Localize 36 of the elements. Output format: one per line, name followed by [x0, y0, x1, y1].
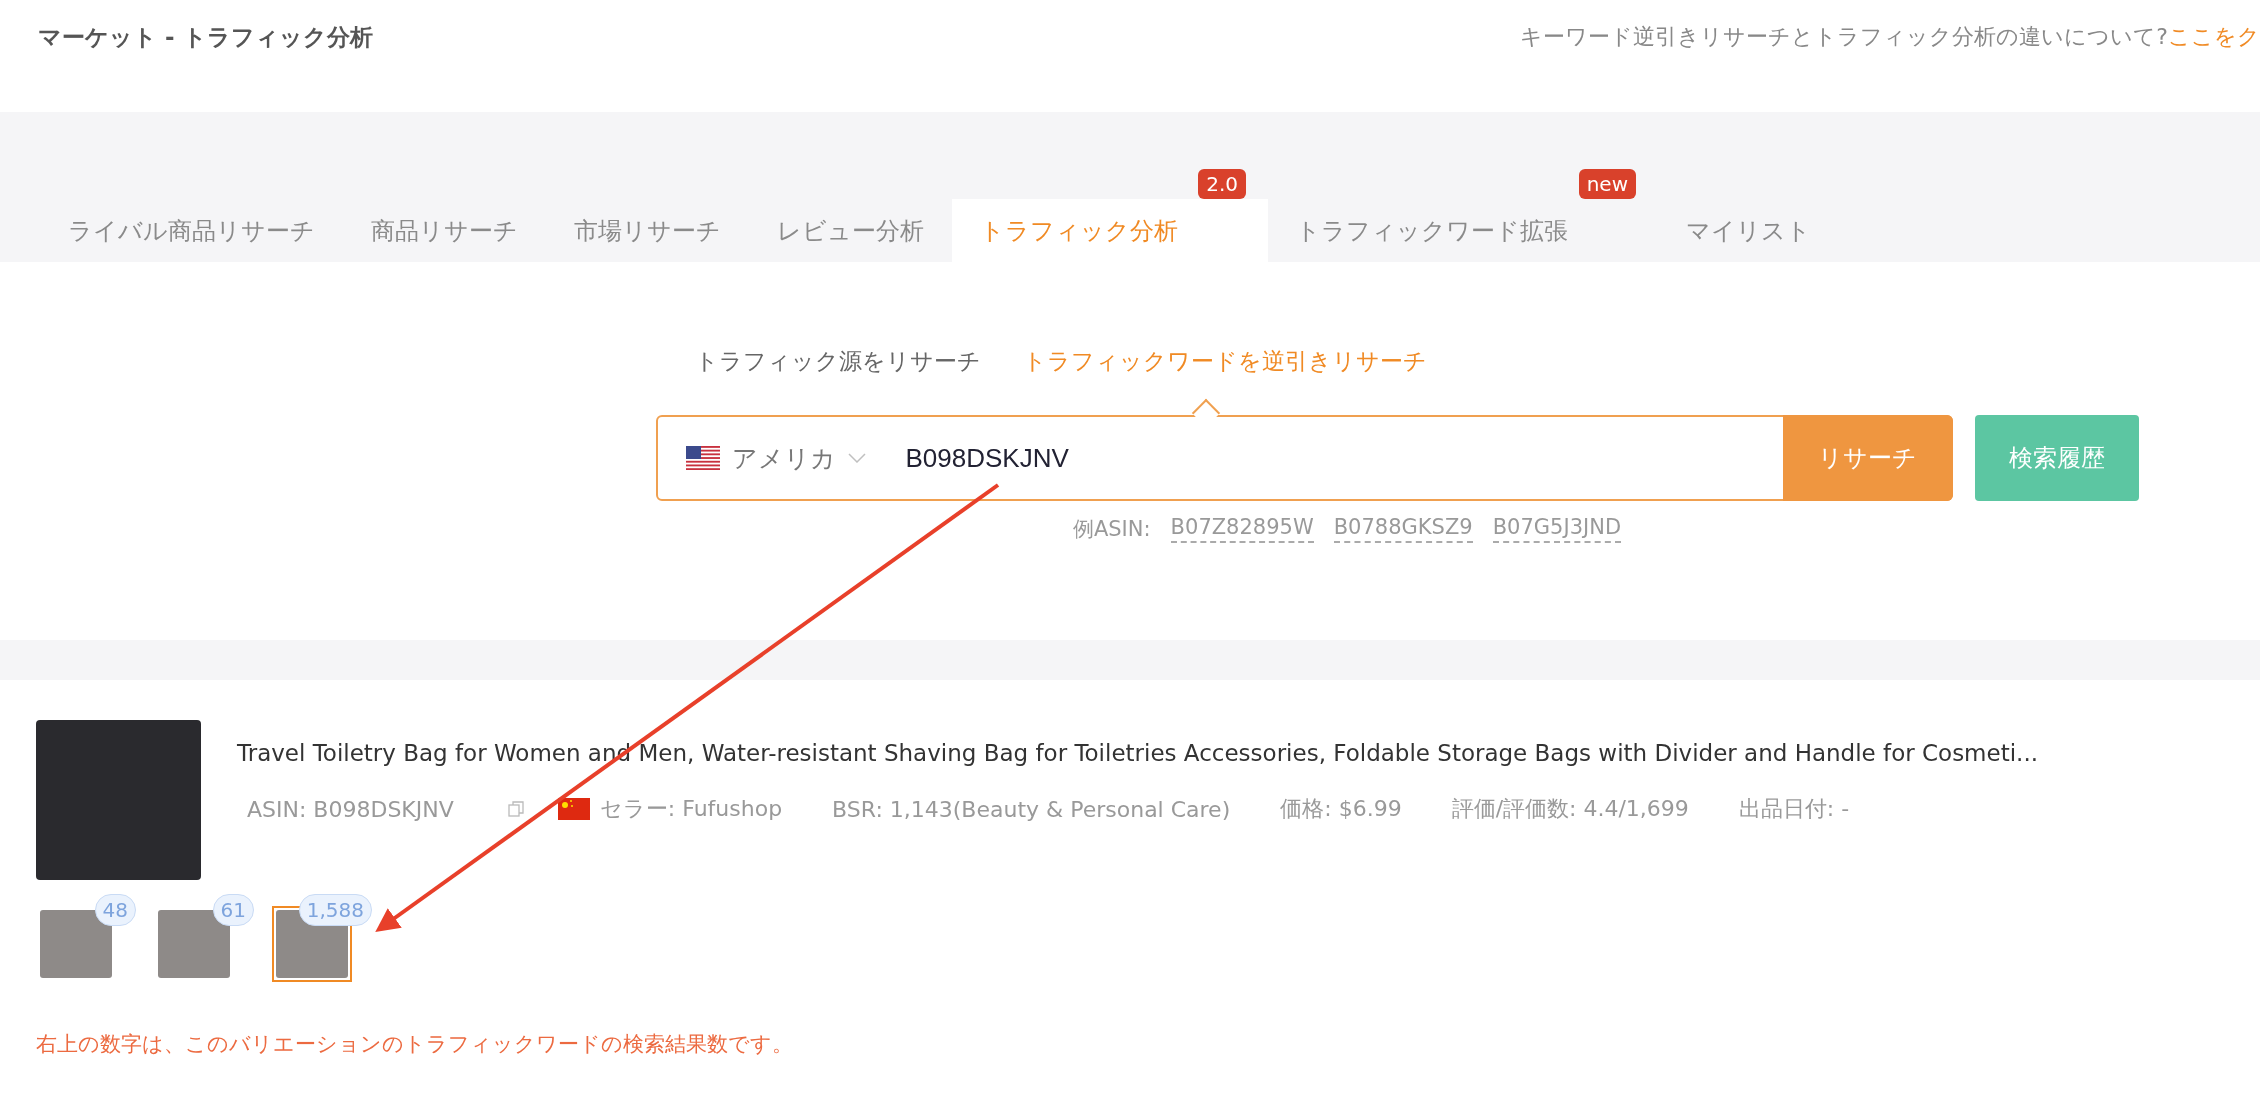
variation-note: 右上の数字は、このバリエーションのトラフィックワードの検索結果数です。	[36, 1031, 794, 1058]
nav-tab[interactable]: トラフィックワード拡張	[1268, 199, 1658, 262]
price-text: 価格: $6.99	[1280, 795, 1402, 823]
nav-tab[interactable]: ライバル商品リサーチ	[40, 199, 343, 262]
copy-icon[interactable]	[507, 801, 524, 817]
example-label: 例ASIN:	[1072, 516, 1151, 543]
example-asin-link[interactable]: B0788GKSZ9	[1333, 515, 1473, 543]
search-field[interactable]: アメリカ B098DSKJNV リサーチ	[655, 415, 1953, 501]
search-history-button[interactable]: 検索履歴	[1974, 415, 2139, 501]
china-flag-icon	[557, 798, 590, 820]
research-button[interactable]: リサーチ	[1782, 415, 1953, 501]
page-title: マーケット - トラフィック分析	[38, 23, 373, 52]
mode-tab[interactable]: トラフィック源をリサーチ	[695, 346, 981, 377]
listing-date-text: 出品日付: -	[1738, 795, 1850, 823]
seller-text: セラー: Fufushop	[599, 795, 783, 823]
us-flag-icon	[685, 446, 720, 470]
asin-text: ASIN: B098DSKJNV	[247, 796, 454, 822]
chevron-down-icon	[847, 453, 866, 463]
tab-badge: 2.0	[1198, 169, 1246, 199]
tab-badge: new	[1578, 169, 1636, 199]
rating-text: 評価/評価数: 4.4/1,699	[1451, 795, 1689, 823]
nav-tab[interactable]: 市場リサーチ	[546, 199, 749, 262]
help-text: キーワード逆引きリサーチとトラフィック分析の違いについて?ここをク	[1520, 23, 2260, 51]
mode-tab[interactable]: トラフィックワードを逆引きリサーチ	[1023, 346, 1427, 377]
country-select[interactable]: アメリカ	[657, 417, 894, 499]
example-asin-link[interactable]: B07G5J3JND	[1492, 515, 1622, 543]
nav-tab[interactable]: レビュー分析	[749, 199, 952, 262]
count-badge: 48	[94, 894, 136, 926]
bsr-text: BSR: 1,143(Beauty & Personal Care)	[832, 796, 1231, 822]
example-asin-link[interactable]: B07Z82895W	[1170, 515, 1314, 543]
count-badge: 1,588	[298, 894, 372, 926]
nav-tab[interactable]: トラフィック分析	[952, 199, 1268, 262]
count-badge: 61	[212, 894, 254, 926]
help-link[interactable]: ここをク	[2168, 24, 2260, 49]
nav-tab[interactable]: 商品リサーチ	[343, 199, 546, 262]
nav-tab[interactable]: マイリスト	[1658, 199, 1839, 262]
